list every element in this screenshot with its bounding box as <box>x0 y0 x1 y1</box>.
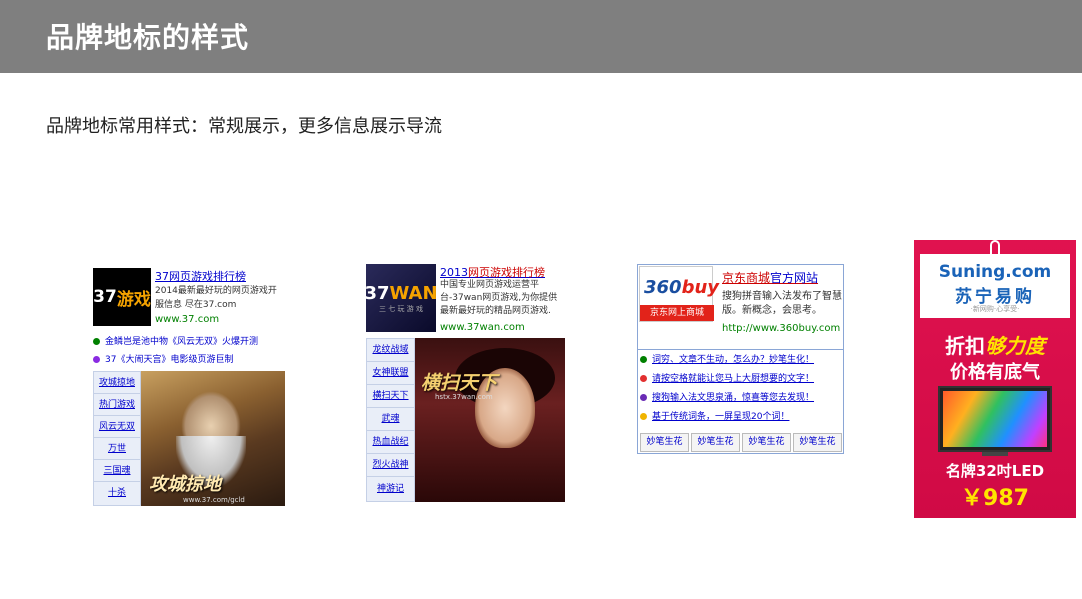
menu-item[interactable]: 万世 <box>94 438 140 460</box>
keyword-button[interactable]: 妙笔生花 <box>793 433 842 452</box>
menu-item[interactable]: 龙纹战域 <box>367 339 414 362</box>
promo-subheadline: 价格有底气 <box>950 362 1040 383</box>
ad-url[interactable]: www.37.com <box>155 314 219 325</box>
brand-ad-suning[interactable]: Suning.com 苏宁易购 ·新网购·心享受· 折扣够力度 价格有底气 名牌… <box>914 240 1076 518</box>
menu-item[interactable]: 横扫天下 <box>367 385 414 408</box>
keyword-button[interactable]: 妙笔生花 <box>640 433 689 452</box>
ad-bullet-link[interactable]: 37《大闹天宫》电影级页游巨制 <box>93 352 233 365</box>
tv-product-image <box>938 386 1052 452</box>
brand-logo-37[interactable]: 37 游戏 <box>93 268 151 326</box>
page-title: 品牌地标的样式 <box>46 21 250 54</box>
brand-logo-suning[interactable]: Suning.com 苏宁易购 ·新网购·心享受· <box>920 254 1070 318</box>
menu-item[interactable]: 十杀 <box>94 482 140 505</box>
ad-title-link[interactable]: 京东商城官方网站 <box>722 269 818 286</box>
ad-bullet-link[interactable]: 搜狗输入法文思泉涌，惊喜等您去发现！ <box>640 390 814 403</box>
menu-item[interactable]: 神游记 <box>367 477 414 501</box>
ad-side-menu: 攻城掠地 热门游戏 风云无双 万世 三国魂 十杀 <box>93 371 141 506</box>
bullet-dot <box>93 356 100 363</box>
ad-bullet-link[interactable]: 金鳞岂是池中物《风云无双》火爆开测 <box>93 334 258 347</box>
ad-title-link[interactable]: 37网页游戏排行榜 <box>155 268 246 284</box>
menu-item[interactable]: 武魂 <box>367 408 414 431</box>
ad-description: 搜狗拼音输入法发布了智慧版。新概念，会思考。 <box>722 291 842 316</box>
menu-item[interactable]: 烈火战神 <box>367 454 414 477</box>
ad-description: 中国专业网页游戏运营平台-37wan网页游戏,为你提供最新最好玩的精品网页游戏. <box>440 280 558 316</box>
keyword-button[interactable]: 妙笔生花 <box>742 433 791 452</box>
brand-ad-37-game[interactable]: 37 游戏 37网页游戏排行榜 2014最新最好玩的网页游戏开服信息 尽在37.c… <box>93 266 285 506</box>
ad-bullet-link[interactable]: 请按空格就能让您马上大厨想要的文字！ <box>640 371 814 384</box>
ad-url[interactable]: www.37wan.com <box>440 322 525 333</box>
page-subtitle: 品牌地标常用样式：常规展示，更多信息展示导流 <box>46 116 442 137</box>
game-banner-image[interactable]: 横扫天下 hstx.37wan.com <box>415 338 565 502</box>
ad-url[interactable]: http://www.360buy.com <box>722 323 840 334</box>
ad-bullet-link[interactable]: 基于传统词条，一屏呈现20个词！ <box>640 409 789 422</box>
ad-title-link[interactable]: 2013网页游戏排行榜 <box>440 264 545 280</box>
product-price: ￥987 <box>961 486 1029 511</box>
page-header: 品牌地标的样式 <box>0 0 1082 73</box>
menu-item[interactable]: 攻城掠地 <box>94 372 140 394</box>
brand-ad-37wan[interactable]: 37WAN 三 七 玩 游 戏 2013网页游戏排行榜 中国专业网页游戏运营平台… <box>364 262 566 502</box>
ad-description: 2014最新最好玩的网页游戏开服信息 尽在37.com <box>155 286 277 310</box>
menu-item[interactable]: 女神联盟 <box>367 362 414 385</box>
bullet-dot <box>93 338 100 345</box>
brand-logo-360buy[interactable]: 360buy 京东网上商城 <box>639 266 719 322</box>
menu-item[interactable]: 热门游戏 <box>94 394 140 416</box>
menu-item[interactable]: 热血战纪 <box>367 431 414 454</box>
ad-side-menu: 龙纹战域 女神联盟 横扫天下 武魂 热血战纪 烈火战神 神游记 <box>366 338 415 502</box>
brand-logo-37wan[interactable]: 37WAN 三 七 玩 游 戏 <box>364 264 438 332</box>
menu-item[interactable]: 三国魂 <box>94 460 140 482</box>
game-banner-image[interactable]: 攻城掠地 www.37.com/gcld <box>141 371 285 506</box>
promo-headline: 折扣够力度 <box>945 334 1045 358</box>
ad-bullet-link[interactable]: 词穷、文章不生动，怎么办？妙笔生化！ <box>640 352 814 365</box>
menu-item[interactable]: 风云无双 <box>94 416 140 438</box>
brand-ad-360buy[interactable]: 360buy 京东网上商城 京东商城官方网站 搜狗拼音输入法发布了智慧版。新概念… <box>637 264 844 454</box>
keyword-button[interactable]: 妙笔生花 <box>691 433 740 452</box>
product-name: 名牌32吋LED <box>945 462 1045 480</box>
